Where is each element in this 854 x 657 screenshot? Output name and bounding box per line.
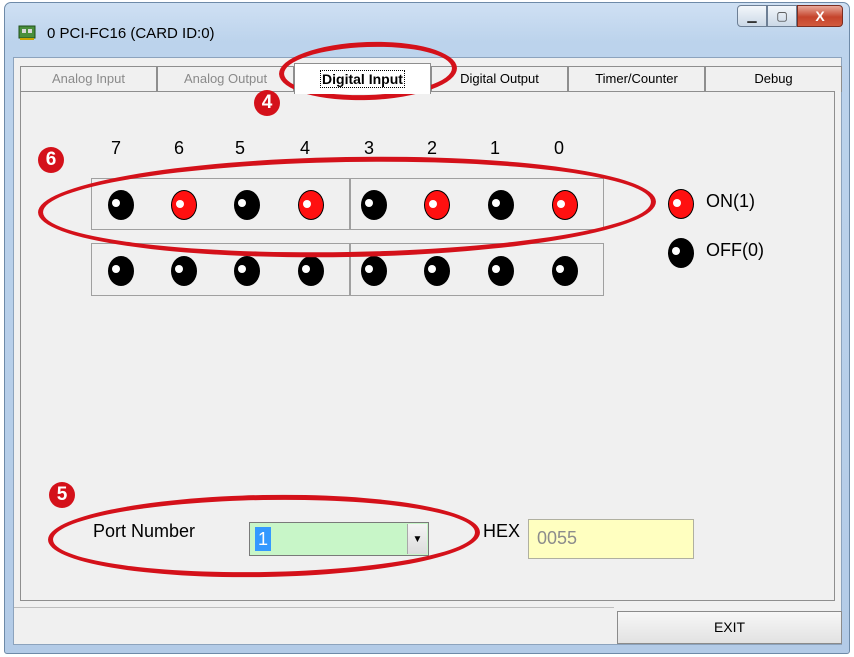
window-controls: ▁ ▢ X — [737, 5, 843, 27]
maximize-button[interactable]: ▢ — [767, 5, 797, 27]
exit-button[interactable]: EXIT — [617, 611, 842, 644]
legend-led-off — [668, 238, 694, 268]
led-row2-bit-3 — [361, 256, 387, 286]
tab-digital-input[interactable]: Digital Input — [294, 63, 431, 94]
close-icon: X — [815, 8, 825, 24]
led-row2-bit-4 — [298, 256, 324, 286]
bit-label-1: 1 — [489, 138, 500, 158]
tab-debug[interactable]: Debug — [705, 66, 842, 92]
hex-value-field: 0055 — [528, 519, 694, 559]
status-bar — [14, 607, 614, 646]
bit-label-2: 2 — [426, 138, 437, 158]
led-row2-bit-0 — [552, 256, 578, 286]
bit-label-5: 5 — [234, 138, 245, 158]
legend-on-label: ON(1) — [706, 191, 755, 211]
bit-label-0: 0 — [553, 138, 564, 158]
tab-analog-output[interactable]: Analog Output — [157, 66, 294, 92]
tab-analog-input[interactable]: Analog Input — [20, 66, 157, 92]
led-row2-bit-2 — [424, 256, 450, 286]
led-row2-bit-5 — [234, 256, 260, 286]
led-row2-bit-7 — [108, 256, 134, 286]
minimize-icon: ▁ — [747, 9, 757, 23]
minimize-button[interactable]: ▁ — [737, 5, 767, 27]
bit-label-6: 6 — [173, 138, 184, 158]
tab-timer-counter[interactable]: Timer/Counter — [568, 66, 705, 92]
hex-label: HEX — [483, 521, 521, 541]
legend-led-on — [668, 189, 694, 219]
annotation-badge-6: 6 — [38, 147, 64, 173]
bit-label-4: 4 — [299, 138, 310, 158]
window-title: 0 PCI-FC16 (CARD ID:0) — [47, 25, 215, 42]
bit-label-7: 7 — [110, 138, 121, 158]
led-row2-bit-1 — [488, 256, 514, 286]
led-row2-bit-6 — [171, 256, 197, 286]
close-button[interactable]: X — [797, 5, 843, 27]
maximize-icon: ▢ — [776, 9, 788, 23]
legend-off-label: OFF(0) — [706, 240, 764, 260]
card-icon — [18, 25, 36, 40]
annotation-badge-5: 5 — [49, 482, 75, 508]
annotation-badge-4: 4 — [254, 90, 280, 116]
